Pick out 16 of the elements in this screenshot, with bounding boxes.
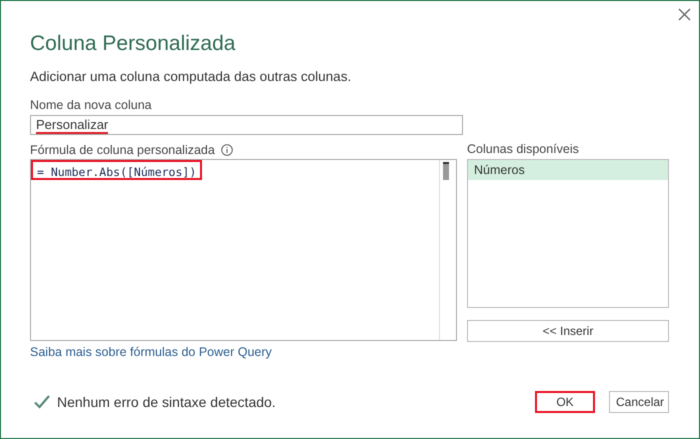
formula-text: = Number.Abs([Números]) [31,160,202,180]
list-item[interactable]: Números [468,160,668,180]
field-label: Colunas disponíveis [467,142,580,158]
help-link[interactable]: Saiba mais sobre fórmulas do Power Query [30,345,669,359]
status-message: Nenhum erro de sintaxe detectado. [57,394,276,410]
formula-editor[interactable]: = Number.Abs([Números]) [30,159,457,341]
field-label: Fórmula de coluna personalizada [30,143,215,157]
dialog-title: Coluna Personalizada [30,32,236,56]
close-icon[interactable] [678,8,691,21]
insert-button[interactable]: << Inserir [467,320,669,342]
field-label: Nome da nova coluna [30,98,153,112]
info-icon[interactable] [220,144,233,156]
dialog-description: Adicionar uma coluna computada das outras colunas. [30,69,352,84]
name-input-field[interactable]: Personalizar [30,115,463,135]
cancel-button[interactable]: Cancelar [609,391,669,413]
ok-button[interactable]: OK [535,391,595,413]
